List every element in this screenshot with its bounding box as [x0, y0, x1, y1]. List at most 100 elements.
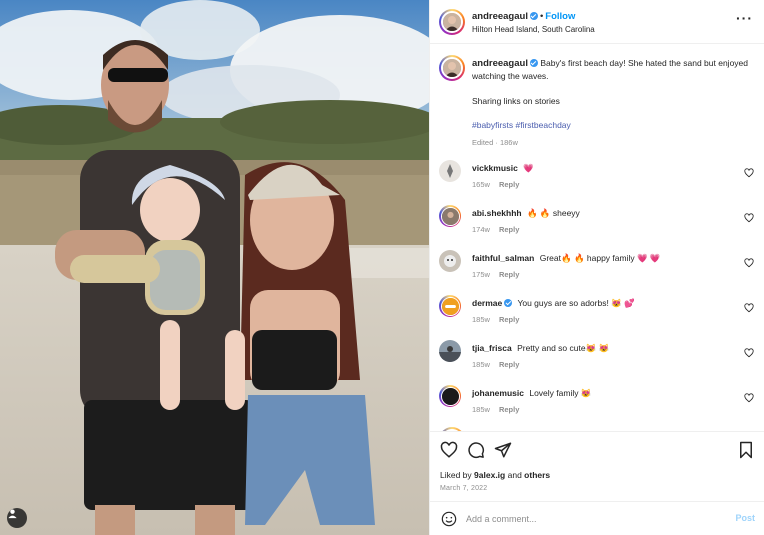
comment-item: vickkmusic 💗 165w Reply	[439, 160, 759, 200]
verified-badge-icon	[529, 12, 538, 20]
comment-item: faithful_salman Great🔥 🔥 happy family 💗 …	[439, 250, 759, 290]
author-avatar-image	[443, 13, 461, 31]
post-actions: Liked by 9alex.ig and others March 7, 20…	[430, 431, 764, 501]
comment-text: Pretty and so cute😻 😻	[517, 343, 610, 353]
post-comment-button[interactable]: Post	[735, 513, 755, 523]
separator-dot: •	[539, 11, 544, 22]
author-avatar[interactable]	[439, 9, 465, 35]
comment-text: Great🔥 🔥 happy family 💗 💗	[539, 253, 661, 263]
heart-icon[interactable]	[440, 441, 458, 459]
follow-button[interactable]: Follow	[545, 11, 575, 22]
reply-button[interactable]: Reply	[499, 270, 519, 279]
verified-badge-icon	[529, 59, 538, 67]
comment-meta: 185w Reply	[472, 360, 519, 369]
author-username[interactable]: andreeagaul	[472, 11, 528, 22]
likes-and: and	[507, 470, 522, 480]
comment-line: tjia_frisca Pretty and so cute😻 😻	[472, 343, 609, 354]
caption-line2: Sharing links on stories	[472, 96, 560, 106]
caption-avatar-image	[443, 59, 461, 77]
comment-time[interactable]: 175w	[472, 270, 490, 279]
caption-time[interactable]: 186w	[500, 138, 518, 147]
caption-username[interactable]: andreeagaul	[472, 58, 528, 69]
edited-label: Edited	[472, 138, 494, 147]
beach-family-photo	[0, 0, 429, 535]
like-comment-heart-icon[interactable]	[744, 168, 754, 178]
comment-meta: 175w Reply	[472, 270, 519, 279]
comment-line: johanemusic Lovely family 😻	[472, 388, 591, 399]
like-comment-heart-icon[interactable]	[744, 348, 754, 358]
commenter-username[interactable]: faithful_salman	[472, 253, 534, 263]
likes-others-link[interactable]: others	[524, 470, 550, 480]
verified-badge-icon	[504, 299, 513, 307]
tagged-users-button[interactable]	[7, 508, 27, 528]
post-header: andreeagaul • Follow Hilton Head Island, S…	[430, 0, 764, 44]
comment-item: abi.shekhhh 🔥 🔥 sheeyy 174w Reply	[439, 205, 759, 245]
instagram-post: andreeagaul • Follow Hilton Head Island, S…	[0, 0, 764, 535]
commenter-avatar[interactable]	[439, 205, 461, 227]
caption-hashtags: #babyfirsts #firstbeachday	[472, 119, 757, 131]
post-info-panel: andreeagaul • Follow Hilton Head Island, S…	[429, 0, 764, 535]
reply-button[interactable]: Reply	[499, 360, 519, 369]
commenter-avatar[interactable]	[439, 250, 461, 272]
comment-time[interactable]: 185w	[472, 360, 490, 369]
like-comment-heart-icon[interactable]	[744, 303, 754, 313]
like-comment-heart-icon[interactable]	[744, 393, 754, 403]
comment-time[interactable]: 174w	[472, 225, 490, 234]
commenter-avatar[interactable]	[439, 385, 461, 407]
likes-prefix: Liked by	[440, 470, 472, 480]
comments-list[interactable]: andreeagaul Baby's first beach day! She …	[430, 44, 764, 431]
comment-meta: 185w Reply	[472, 405, 519, 414]
post-photo[interactable]	[0, 0, 429, 535]
commenter-username[interactable]: abi.shekhhh	[472, 208, 522, 218]
caption-author-avatar[interactable]	[439, 55, 465, 81]
hashtag-link[interactable]: #firstbeachday	[515, 120, 570, 130]
commenter-avatar[interactable]	[439, 340, 461, 362]
caption-meta: Edited · 186w	[472, 137, 757, 149]
reply-button[interactable]: Reply	[499, 180, 519, 189]
reply-button[interactable]: Reply	[499, 405, 519, 414]
likes-summary: Liked by 9alex.ig and others	[440, 470, 550, 480]
comment-time[interactable]: 185w	[472, 405, 490, 414]
add-comment-bar: Post	[430, 501, 764, 535]
caption-body: andreeagaul Baby's first beach day! She …	[472, 57, 757, 149]
meta-separator: ·	[495, 138, 498, 147]
comment-item: johanemusic Lovely family 😻 185w Reply	[439, 385, 759, 425]
comment-line: dermae You guys are so adorbs! 😻 💕	[472, 298, 635, 309]
reply-button[interactable]: Reply	[499, 225, 519, 234]
paper-plane-icon[interactable]	[494, 441, 512, 459]
commenter-username[interactable]: johanemusic	[472, 388, 524, 398]
user-tag-icon	[8, 509, 17, 519]
comment-meta: 165w Reply	[472, 180, 519, 189]
commenter-username[interactable]: tjia_frisca	[472, 343, 512, 353]
post-location[interactable]: Hilton Head Island, South Carolina	[472, 25, 595, 34]
comment-time[interactable]: 185w	[472, 315, 490, 324]
comment-item: tjia_frisca Pretty and so cute😻 😻 185w Re…	[439, 340, 759, 380]
add-comment-input[interactable]	[466, 511, 706, 527]
comment-meta: 185w Reply	[472, 315, 519, 324]
smiley-icon[interactable]	[441, 511, 457, 527]
comment-text: Lovely family 😻	[529, 388, 592, 398]
commenter-avatar[interactable]	[439, 295, 461, 317]
comment-meta: 174w Reply	[472, 225, 519, 234]
commenter-username[interactable]: dermae	[472, 298, 502, 308]
more-options-icon[interactable]: ···	[736, 11, 753, 25]
caption-text-row: andreeagaul Baby's first beach day! She …	[472, 57, 757, 82]
reply-button[interactable]: Reply	[499, 315, 519, 324]
comment-line: faithful_salman Great🔥 🔥 happy family 💗 …	[472, 253, 661, 264]
commenter-username[interactable]: vickkmusic	[472, 163, 518, 173]
comment-text: 🔥 🔥 sheeyy	[526, 208, 580, 218]
like-comment-heart-icon[interactable]	[744, 213, 754, 223]
comment-line: vickkmusic 💗	[472, 163, 534, 174]
like-comment-heart-icon[interactable]	[744, 258, 754, 268]
comment-line: abi.shekhhh 🔥 🔥 sheeyy	[472, 208, 580, 219]
comment-time[interactable]: 165w	[472, 180, 490, 189]
bookmark-icon[interactable]	[737, 441, 755, 459]
comment-text: You guys are so adorbs! 😻 💕	[517, 298, 635, 308]
post-date[interactable]: March 7, 2022	[440, 485, 487, 492]
liked-by-user[interactable]: 9alex.ig	[474, 470, 505, 480]
comment-icon[interactable]	[467, 441, 485, 459]
comment-item: dermae You guys are so adorbs! 😻 💕 185w R…	[439, 295, 759, 335]
hashtag-link[interactable]: #babyfirsts	[472, 120, 513, 130]
commenter-avatar[interactable]	[439, 160, 461, 182]
comment-text: 💗	[523, 163, 534, 173]
